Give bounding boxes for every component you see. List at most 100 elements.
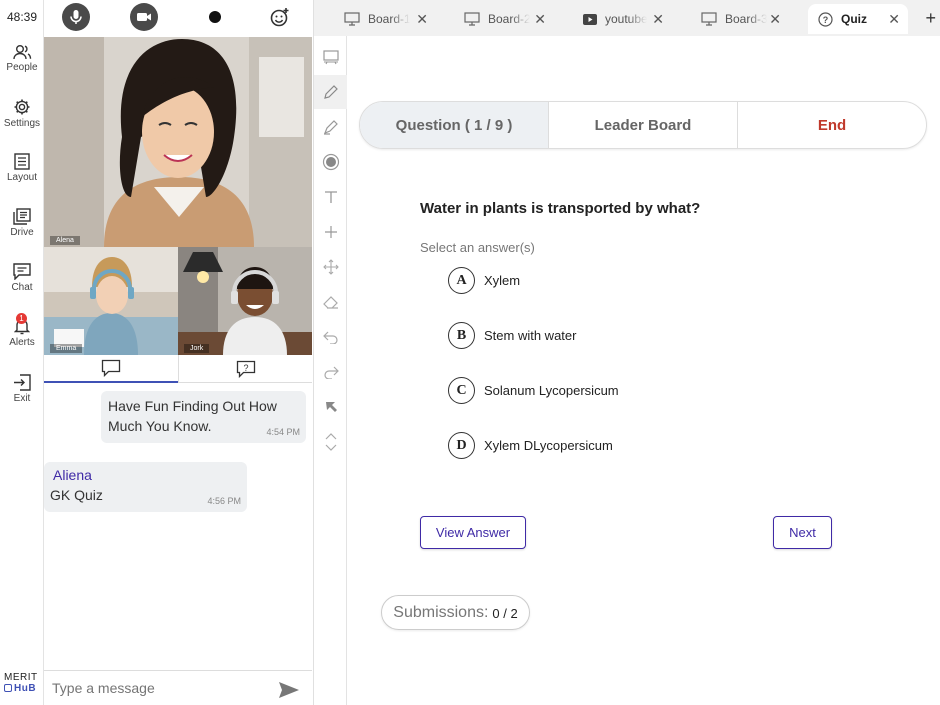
- sidebar-item-people[interactable]: People: [0, 44, 44, 73]
- chat-panel-tabs: ?: [44, 355, 312, 383]
- tool-pointer[interactable]: [314, 390, 347, 424]
- plus-icon: +: [925, 8, 936, 28]
- video-tile-2[interactable]: Jork: [178, 247, 312, 355]
- sidebar-item-exit[interactable]: Exit: [0, 374, 44, 404]
- help-circle-icon: ?: [818, 11, 833, 27]
- sidebar-item-label: Settings: [3, 118, 41, 129]
- tab-youtube[interactable]: youtube ✕: [583, 4, 664, 34]
- tool-text[interactable]: [314, 180, 347, 214]
- submissions-value: 0 / 2: [492, 606, 518, 621]
- pencil-icon: [323, 85, 338, 99]
- tool-presentation[interactable]: [314, 40, 347, 74]
- app-root: 48:39 People Settings Layout Drive Chat …: [0, 0, 940, 705]
- tab-label: Board-3: [725, 12, 767, 26]
- svg-text:?: ?: [823, 15, 829, 25]
- option-d[interactable]: D Xylem DLycopersicum: [448, 432, 613, 459]
- text-icon: [324, 191, 337, 203]
- video-tile-1[interactable]: Emma: [44, 247, 178, 355]
- message-time: 4:54 PM: [266, 427, 300, 437]
- move-icon: [322, 259, 339, 275]
- video-tile-main[interactable]: Alena: [44, 37, 312, 247]
- sidebar-item-drive[interactable]: Drive: [0, 208, 44, 238]
- sidebar-item-label: People: [6, 62, 38, 73]
- close-icon[interactable]: ✕: [534, 11, 546, 28]
- next-button[interactable]: Next: [773, 516, 832, 549]
- chat-icon: [13, 263, 31, 280]
- message-input[interactable]: [52, 677, 272, 699]
- submissions-counter: Submissions: 0 / 2: [381, 595, 530, 630]
- tool-shape[interactable]: [314, 215, 347, 249]
- participant-video-image: [44, 247, 178, 355]
- mic-icon: [70, 10, 82, 24]
- tool-undo[interactable]: [314, 320, 347, 354]
- merit-hub-logo: MERIT HuB: [4, 672, 38, 694]
- board-icon: [701, 12, 717, 26]
- tab-question[interactable]: Question ( 1 / 9 ): [360, 102, 548, 148]
- message-sender: Aliena: [53, 467, 92, 483]
- option-c[interactable]: C Solanum Lycopersicum: [448, 377, 619, 404]
- sidebar-item-layout[interactable]: Layout: [0, 153, 44, 183]
- people-icon: [13, 45, 32, 60]
- tab-label: Board-1: [368, 12, 410, 26]
- svg-text:?: ?: [243, 363, 248, 373]
- option-b[interactable]: B Stem with water: [448, 322, 576, 349]
- radio-icon: [322, 153, 339, 171]
- sidebar-item-chat[interactable]: Chat: [0, 263, 44, 293]
- participant-name: Jork: [184, 344, 210, 353]
- brand-line1: MERIT: [4, 672, 38, 683]
- close-icon[interactable]: ✕: [652, 11, 664, 28]
- board-icon: [464, 12, 480, 26]
- sidebar-item-label: Layout: [6, 172, 38, 183]
- camera-button[interactable]: [130, 3, 158, 31]
- session-timer: 48:39: [6, 10, 38, 24]
- chat-bubble-icon: [101, 359, 121, 377]
- chat-message-received: Aliena GK Quiz 4:56 PM: [44, 462, 247, 512]
- emoji-button[interactable]: [266, 3, 294, 31]
- layout-icon: [14, 153, 30, 170]
- tool-move[interactable]: [314, 250, 347, 284]
- participant-name: Alena: [50, 236, 80, 245]
- tool-color[interactable]: [314, 145, 347, 179]
- tab-quiz[interactable]: ? Quiz ✕: [808, 4, 908, 34]
- undo-icon: [322, 331, 338, 344]
- tool-pencil[interactable]: [314, 75, 347, 109]
- option-a[interactable]: A Xylem: [448, 267, 520, 294]
- new-tab-button[interactable]: +: [925, 8, 936, 29]
- tab-board-1[interactable]: Board-1 ✕: [344, 4, 428, 34]
- close-icon[interactable]: ✕: [416, 11, 428, 28]
- sidebar-item-alerts[interactable]: 1 Alerts: [0, 313, 44, 348]
- close-icon[interactable]: ✕: [769, 11, 781, 28]
- brand-line2: HuB: [4, 683, 38, 694]
- tab-questions[interactable]: ?: [178, 355, 312, 383]
- close-icon[interactable]: ✕: [888, 11, 900, 28]
- send-button[interactable]: [278, 681, 300, 704]
- tool-expand[interactable]: [314, 425, 347, 459]
- tool-highlighter[interactable]: [314, 110, 347, 144]
- sidebar-item-settings[interactable]: Settings: [0, 98, 44, 129]
- record-button[interactable]: [201, 3, 229, 31]
- view-answer-button[interactable]: View Answer: [420, 516, 526, 549]
- left-rail: 48:39 People Settings Layout Drive Chat …: [0, 0, 44, 705]
- end-quiz-button[interactable]: End: [737, 102, 926, 148]
- board-icon: [344, 12, 360, 26]
- mic-button[interactable]: [62, 3, 90, 31]
- drive-icon: [13, 208, 31, 225]
- tool-eraser[interactable]: [314, 285, 347, 319]
- expand-icon: [325, 433, 336, 451]
- option-text: Stem with water: [484, 328, 577, 343]
- sidebar-item-label: Exit: [13, 393, 31, 404]
- chat-message-sent: Have Fun Finding Out How Much You Know. …: [101, 391, 306, 443]
- tab-label: Board-2: [488, 12, 530, 26]
- tool-redo[interactable]: [314, 355, 347, 389]
- option-letter: D: [448, 432, 475, 459]
- option-text: Xylem DLycopersicum: [484, 438, 613, 453]
- tab-leader-board[interactable]: Leader Board: [548, 102, 737, 148]
- redo-icon: [323, 366, 339, 379]
- tab-board-2[interactable]: Board-2 ✕: [464, 4, 546, 34]
- submissions-label: Submissions:: [393, 603, 489, 621]
- tab-board-3[interactable]: Board-3 ✕: [701, 4, 781, 34]
- tab-label: Quiz: [841, 12, 867, 26]
- highlighter-icon: [323, 120, 338, 135]
- tab-chat[interactable]: [44, 355, 178, 383]
- sidebar-item-label: Alerts: [9, 337, 35, 348]
